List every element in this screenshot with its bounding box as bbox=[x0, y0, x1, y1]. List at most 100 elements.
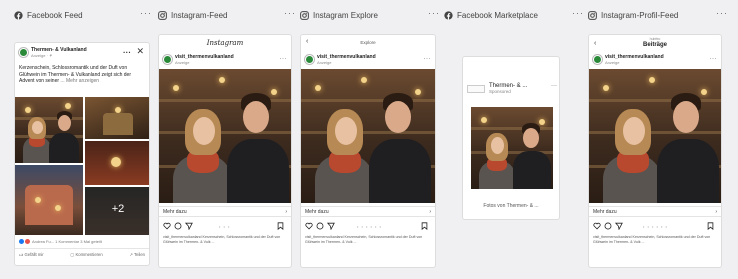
post-caption: visit_thermenvulkanland Kerzenschein, Sc… bbox=[305, 235, 423, 244]
account-name[interactable]: visit_thermenvulkanland bbox=[605, 54, 664, 60]
post-text: Kerzenschein, Schlossromantik und der Du… bbox=[19, 65, 145, 85]
chevron-right-icon[interactable]: › bbox=[429, 209, 431, 215]
column-title: Instagram-Profil-Feed bbox=[601, 10, 679, 20]
post-image[interactable] bbox=[159, 69, 291, 203]
account-name[interactable]: visit_thermenvulkanland bbox=[175, 54, 234, 60]
comment-icon[interactable] bbox=[316, 222, 324, 230]
instagram-profile-ad: hubfeo Beiträge ‹ visit_thermenvulkanlan… bbox=[588, 34, 722, 268]
post-caption: visit_thermenvulkanland Kerzenschein, Sc… bbox=[593, 235, 711, 244]
avatar bbox=[19, 48, 28, 57]
sponsored-label: Anzeige · ⚘ bbox=[31, 53, 53, 58]
cta-label[interactable]: Mehr dazu bbox=[593, 209, 617, 215]
instagram-explore-ad: ‹ Explore visit_thermenvulkanland Anzeige… bbox=[300, 34, 436, 268]
column-facebook-marketplace: Facebook Marketplace ··· Thermen- & ... … bbox=[444, 0, 584, 279]
like-button[interactable]: 👍︎ Gefällt mir bbox=[19, 252, 44, 258]
more-options-button[interactable]: ··· bbox=[284, 8, 296, 18]
column-title: Facebook Feed bbox=[27, 10, 83, 20]
post-image-2[interactable] bbox=[85, 97, 149, 139]
share-icon[interactable] bbox=[185, 222, 193, 230]
account-name[interactable]: visit_thermenvulkanland bbox=[317, 54, 376, 60]
love-reaction-icon bbox=[25, 239, 30, 244]
post-caption: visit_thermenvulkanland Kerzenschein, Sc… bbox=[163, 235, 281, 244]
cta-label[interactable]: Mehr dazu bbox=[163, 209, 187, 215]
avatar[interactable] bbox=[593, 54, 602, 64]
carousel-dots: • • • bbox=[219, 224, 231, 229]
profile-header: Beiträge bbox=[642, 42, 667, 48]
post-image-5[interactable]: +2 bbox=[85, 187, 149, 235]
avatar[interactable] bbox=[163, 54, 172, 64]
comment-button[interactable]: ▢ Kommentieren bbox=[70, 252, 102, 258]
reactions-summary[interactable]: Andrea Fu... 1 Kommentar 3 Mal geteilt bbox=[32, 239, 102, 244]
share-icon[interactable] bbox=[327, 222, 335, 230]
more-icon[interactable]: ··· bbox=[551, 83, 557, 89]
more-icon[interactable]: ··· bbox=[424, 56, 432, 62]
column-header: Instagram-Feed ··· bbox=[158, 8, 296, 22]
more-options-button[interactable]: ··· bbox=[572, 8, 584, 18]
reactions-row: Andrea Fu... 1 Kommentar 3 Mal geteilt bbox=[19, 239, 102, 244]
sponsored-label: Anzeige bbox=[605, 59, 620, 65]
logo-placeholder bbox=[467, 84, 485, 93]
instagram-logo: Instagram bbox=[206, 39, 244, 47]
more-options-button[interactable]: ··· bbox=[140, 8, 152, 18]
post-image-4[interactable] bbox=[85, 141, 149, 185]
post-image-3[interactable] bbox=[15, 165, 83, 235]
like-reaction-icon bbox=[19, 239, 24, 244]
column-header: Facebook Marketplace ··· bbox=[444, 8, 584, 22]
facebook-icon bbox=[14, 10, 23, 20]
instagram-icon bbox=[158, 10, 167, 20]
post-header: visit_thermenvulkanland Anzeige ··· bbox=[159, 53, 291, 65]
bookmark-icon[interactable] bbox=[707, 222, 714, 230]
ad-header: Thermen- & Vulkanland Anzeige · ⚘ bbox=[19, 47, 87, 58]
avatar[interactable] bbox=[305, 54, 314, 64]
more-options-button[interactable]: ··· bbox=[428, 8, 440, 18]
cta-bar[interactable]: Mehr dazu › bbox=[159, 206, 291, 217]
heart-icon[interactable] bbox=[593, 222, 601, 230]
instagram-icon bbox=[588, 10, 597, 20]
instagram-icon bbox=[300, 10, 309, 20]
cta-label[interactable]: Mehr dazu bbox=[305, 209, 329, 215]
chevron-right-icon[interactable]: › bbox=[715, 209, 717, 215]
explore-header: Explore bbox=[360, 40, 376, 45]
more-options-button[interactable]: ··· bbox=[716, 8, 728, 18]
column-title: Facebook Marketplace bbox=[457, 10, 538, 20]
carousel-dots: • • • • • • bbox=[643, 224, 668, 229]
chevron-right-icon[interactable]: › bbox=[285, 209, 287, 215]
post-image-main[interactable] bbox=[15, 97, 83, 163]
heart-icon[interactable] bbox=[305, 222, 313, 230]
facebook-icon bbox=[444, 10, 453, 20]
comment-icon[interactable] bbox=[174, 222, 182, 230]
more-images-count: +2 bbox=[111, 203, 125, 215]
column-instagram-profile-feed: Instagram-Profil-Feed ··· hubfeo Beiträg… bbox=[588, 0, 728, 279]
post-image[interactable] bbox=[471, 107, 553, 189]
facebook-feed-ad: Thermen- & Vulkanland Anzeige · ⚘ ··· ✕ … bbox=[14, 42, 150, 266]
column-facebook-feed: Facebook Feed ··· Thermen- & Vulkanland … bbox=[14, 0, 152, 279]
column-header: Facebook Feed ··· bbox=[14, 8, 152, 22]
column-header: Instagram Explore ··· bbox=[300, 8, 440, 22]
carousel-dots: • • • • • • bbox=[357, 224, 382, 229]
close-icon[interactable]: ✕ bbox=[136, 46, 144, 57]
show-more-link[interactable]: ... Mehr anzeigen bbox=[60, 78, 99, 84]
heart-icon[interactable] bbox=[163, 222, 171, 230]
more-icon[interactable]: ··· bbox=[280, 56, 288, 62]
ad-header: Thermen- & ... Sponsored ··· bbox=[467, 83, 557, 94]
comment-icon[interactable] bbox=[604, 222, 612, 230]
column-header: Instagram-Profil-Feed ··· bbox=[588, 8, 728, 22]
instagram-feed-ad: Instagram visit_thermenvulkanland Anzeige… bbox=[158, 34, 292, 268]
post-header: visit_thermenvulkanland Anzeige ··· bbox=[301, 53, 435, 65]
post-footer[interactable]: Fotos von Thermen- & ... bbox=[463, 203, 559, 209]
share-button[interactable]: ↗ Teilen bbox=[129, 252, 145, 258]
sponsored-label: Sponsored bbox=[489, 89, 511, 94]
more-icon[interactable]: ··· bbox=[123, 48, 131, 57]
profile-subheader: hubfeo bbox=[649, 37, 661, 41]
share-icon[interactable] bbox=[615, 222, 623, 230]
bookmark-icon[interactable] bbox=[277, 222, 284, 230]
post-image[interactable] bbox=[301, 69, 435, 203]
sponsored-label: Anzeige bbox=[317, 59, 332, 65]
back-arrow-icon[interactable]: ‹ bbox=[594, 40, 596, 47]
post-image[interactable] bbox=[589, 69, 721, 203]
post-header: visit_thermenvulkanland Anzeige ··· bbox=[589, 53, 721, 65]
cta-bar[interactable]: Mehr dazu › bbox=[589, 206, 721, 217]
more-icon[interactable]: ··· bbox=[710, 56, 718, 62]
cta-bar[interactable]: Mehr dazu › bbox=[301, 206, 435, 217]
bookmark-icon[interactable] bbox=[421, 222, 428, 230]
